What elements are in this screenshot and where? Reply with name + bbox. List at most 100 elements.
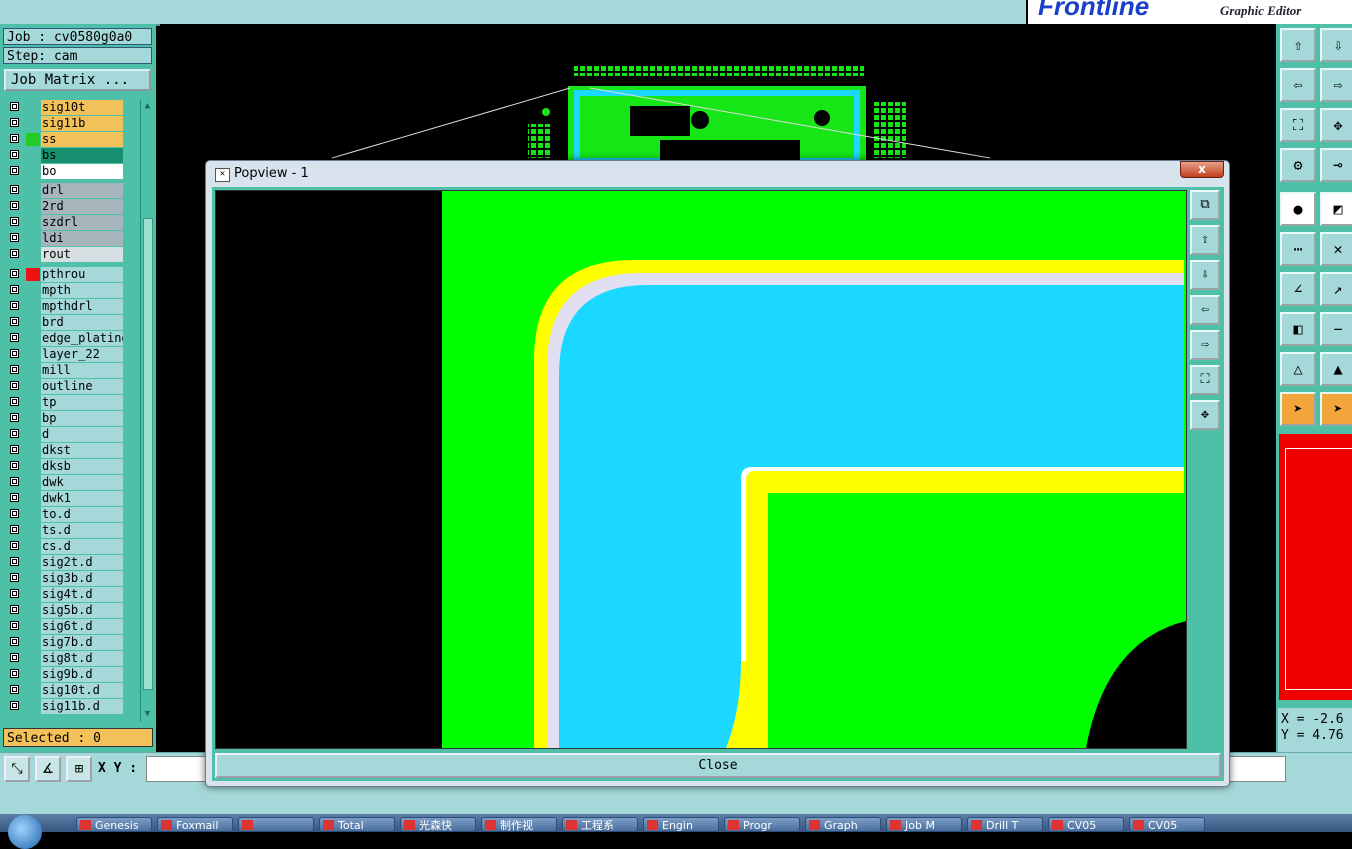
layer-checkbox[interactable] xyxy=(10,541,19,550)
layer-name[interactable]: sig7b.d xyxy=(41,635,123,650)
layer-row[interactable]: d xyxy=(4,427,140,442)
layer-row[interactable]: dwk1 xyxy=(4,491,140,506)
arrow-line-icon[interactable]: ↗ xyxy=(1320,272,1352,306)
taskbar-button[interactable]: Foxmail xyxy=(157,817,233,832)
layer-name[interactable]: sig5b.d xyxy=(41,603,123,618)
layer-row[interactable]: ldi xyxy=(4,231,140,246)
layer-name[interactable]: sig11b xyxy=(41,116,123,131)
taskbar-button[interactable]: Total xyxy=(319,817,395,832)
layer-name[interactable]: bp xyxy=(41,411,123,426)
layer-checkbox[interactable] xyxy=(10,701,19,710)
move-up-icon[interactable]: ⇧ xyxy=(1280,28,1316,62)
move-down-icon[interactable]: ⇩ xyxy=(1320,28,1352,62)
square-pad-icon[interactable]: ◧ xyxy=(1280,312,1316,346)
taskbar-button[interactable] xyxy=(238,817,314,832)
layer-row[interactable]: to.d xyxy=(4,507,140,522)
taskbar-button[interactable]: 制作视 xyxy=(481,817,557,832)
layer-name[interactable]: dwk xyxy=(41,475,123,490)
layer-name[interactable]: pthrou xyxy=(41,267,123,282)
layer-checkbox[interactable] xyxy=(10,477,19,486)
layer-row[interactable]: 2rd xyxy=(4,199,140,214)
layer-checkbox[interactable] xyxy=(10,653,19,662)
layer-row[interactable]: sig10t.d xyxy=(4,683,140,698)
taskbar-button[interactable]: Progr xyxy=(724,817,800,832)
layer-checkbox[interactable] xyxy=(10,249,19,258)
job-matrix-button[interactable]: Job Matrix ... xyxy=(4,69,151,91)
layer-name[interactable]: d xyxy=(41,427,123,442)
layer-name[interactable]: sig10t xyxy=(41,100,123,115)
measure-icon[interactable]: ⚙ xyxy=(1280,148,1316,182)
pin-icon[interactable]: ⊸ xyxy=(1320,148,1352,182)
layer-checkbox[interactable] xyxy=(10,637,19,646)
layer-row[interactable]: ss xyxy=(4,132,140,147)
taskbar-button[interactable]: Engin xyxy=(643,817,719,832)
layer-name[interactable]: mpth xyxy=(41,283,123,298)
layer-name[interactable]: to.d xyxy=(41,507,123,522)
popview-down-icon[interactable]: ⇩ xyxy=(1190,260,1220,290)
layer-checkbox[interactable] xyxy=(10,102,19,111)
layer-list[interactable]: sig10t sig11b ss bs bo drl 2rd szdrl ldi rout pthr… xyxy=(4,100,140,722)
layer-name[interactable]: ss xyxy=(41,132,123,147)
layer-checkbox[interactable] xyxy=(10,589,19,598)
layer-checkbox[interactable] xyxy=(10,461,19,470)
layer-name[interactable]: sig3b.d xyxy=(41,571,123,586)
layer-row[interactable]: sig2t.d xyxy=(4,555,140,570)
move-left-icon[interactable]: ⇦ xyxy=(1280,68,1316,102)
line-tool-icon[interactable]: ◩ xyxy=(1320,192,1352,226)
layer-checkbox[interactable] xyxy=(10,413,19,422)
layer-name[interactable]: dksb xyxy=(41,459,123,474)
layer-row[interactable]: ts.d xyxy=(4,523,140,538)
move-right-icon[interactable]: ⇨ xyxy=(1320,68,1352,102)
layer-row[interactable]: layer_22 xyxy=(4,347,140,362)
layer-name[interactable]: ts.d xyxy=(41,523,123,538)
layer-row[interactable]: sig11b.d xyxy=(4,699,140,714)
layer-name[interactable]: szdrl xyxy=(41,215,123,230)
scroll-down-icon[interactable]: ▼ xyxy=(142,709,153,720)
layer-row[interactable]: sig7b.d xyxy=(4,635,140,650)
layer-name[interactable]: dwk1 xyxy=(41,491,123,506)
layer-name[interactable]: sig8t.d xyxy=(41,651,123,666)
zoom-home-icon[interactable]: ✥ xyxy=(1320,108,1352,142)
layer-checkbox[interactable] xyxy=(10,669,19,678)
select-pointer-icon[interactable]: ➤ xyxy=(1280,392,1316,426)
layer-checkbox[interactable] xyxy=(10,333,19,342)
popview-viewport[interactable] xyxy=(215,190,1187,749)
popview-zoom-icon[interactable]: ⧉ xyxy=(1190,190,1220,220)
layer-name[interactable]: rout xyxy=(41,247,123,262)
layer-name[interactable]: sig9b.d xyxy=(41,667,123,682)
layer-row[interactable]: sig9b.d xyxy=(4,667,140,682)
layer-name[interactable]: cs.d xyxy=(41,539,123,554)
layer-checkbox[interactable] xyxy=(10,185,19,194)
select-pointer-alt-icon[interactable]: ➤ xyxy=(1320,392,1352,426)
layer-checkbox[interactable] xyxy=(10,150,19,159)
layer-row[interactable]: dkst xyxy=(4,443,140,458)
layer-name[interactable]: dkst xyxy=(41,443,123,458)
popview-fit-icon[interactable]: ⛶ xyxy=(1190,365,1220,395)
popview-right-icon[interactable]: ⇨ xyxy=(1190,330,1220,360)
layer-name[interactable]: edge_plating xyxy=(41,331,123,346)
layer-name[interactable]: sig4t.d xyxy=(41,587,123,602)
layer-row[interactable]: edge_plating xyxy=(4,331,140,346)
layer-checkbox[interactable] xyxy=(10,525,19,534)
layer-checkbox[interactable] xyxy=(10,557,19,566)
layer-name[interactable]: brd xyxy=(41,315,123,330)
layer-name[interactable]: sig2t.d xyxy=(41,555,123,570)
layer-checkbox[interactable] xyxy=(10,301,19,310)
layer-row[interactable]: rout xyxy=(4,247,140,262)
layer-name[interactable]: outline xyxy=(41,379,123,394)
popview-left-icon[interactable]: ⇦ xyxy=(1190,295,1220,325)
layer-row[interactable]: outline xyxy=(4,379,140,394)
scroll-up-icon[interactable]: ▲ xyxy=(142,101,153,112)
layer-color-swatch[interactable] xyxy=(26,133,40,146)
scroll-thumb[interactable] xyxy=(143,218,153,690)
layer-checkbox[interactable] xyxy=(10,605,19,614)
layer-name[interactable]: sig6t.d xyxy=(41,619,123,634)
layer-row[interactable]: dwk xyxy=(4,475,140,490)
grid-icon[interactable]: ⊞ xyxy=(66,756,92,782)
start-button[interactable] xyxy=(8,815,42,849)
layer-checkbox[interactable] xyxy=(10,285,19,294)
popview-up-icon[interactable]: ⇧ xyxy=(1190,225,1220,255)
layer-row[interactable]: mpthdrl xyxy=(4,299,140,314)
window-close-button[interactable]: x xyxy=(1180,161,1224,178)
popview-center-icon[interactable]: ✥ xyxy=(1190,400,1220,430)
